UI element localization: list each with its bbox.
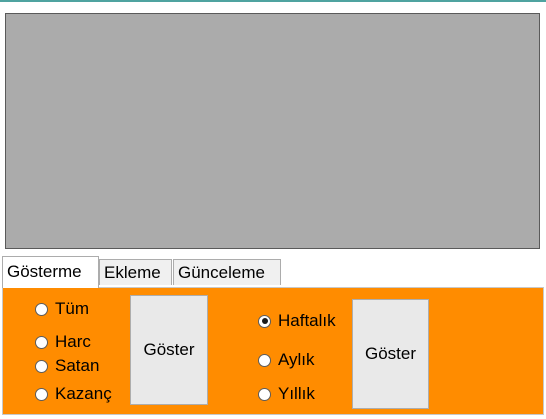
- radio-button-icon[interactable]: [35, 387, 48, 401]
- radio-tum[interactable]: Tüm: [35, 299, 89, 319]
- radio-label: Satan: [55, 356, 100, 375]
- radio-button-icon[interactable]: [35, 335, 48, 349]
- radio-label: Aylık: [278, 350, 315, 369]
- radio-satan[interactable]: Satan: [35, 356, 99, 376]
- radio-button-icon[interactable]: [258, 314, 271, 328]
- radio-kazanc[interactable]: Kazanç: [35, 384, 112, 404]
- tab-gosterme[interactable]: Gösterme: [2, 256, 99, 288]
- tab-panel-gosterme: Tüm Harc Satan Kazanç Göster Haftalık Ay…: [2, 287, 544, 415]
- radio-label: Haftalık: [278, 311, 336, 330]
- radio-button-icon[interactable]: [258, 353, 271, 367]
- radio-label: Harc: [55, 332, 91, 351]
- radio-yillik[interactable]: Yıllık: [258, 384, 315, 404]
- radio-button-icon[interactable]: [258, 387, 271, 401]
- radio-label: Tüm: [55, 299, 89, 318]
- show-button-period[interactable]: Göster: [352, 299, 429, 409]
- radio-haftalik[interactable]: Haftalık: [258, 311, 336, 331]
- data-grid-view[interactable]: [5, 13, 540, 249]
- tab-strip: Gösterme Ekleme Günceleme: [0, 256, 546, 288]
- radio-harc[interactable]: Harc: [35, 332, 91, 352]
- tab-guncelleme[interactable]: Günceleme: [173, 259, 281, 285]
- radio-label: Yıllık: [278, 384, 315, 403]
- tab-ekleme[interactable]: Ekleme: [99, 259, 172, 285]
- radio-button-icon[interactable]: [35, 359, 48, 373]
- radio-aylik[interactable]: Aylık: [258, 350, 315, 370]
- window-top-border: [0, 0, 546, 2]
- radio-label: Kazanç: [55, 384, 112, 403]
- show-button-category[interactable]: Göster: [130, 295, 208, 405]
- radio-button-icon[interactable]: [35, 302, 48, 316]
